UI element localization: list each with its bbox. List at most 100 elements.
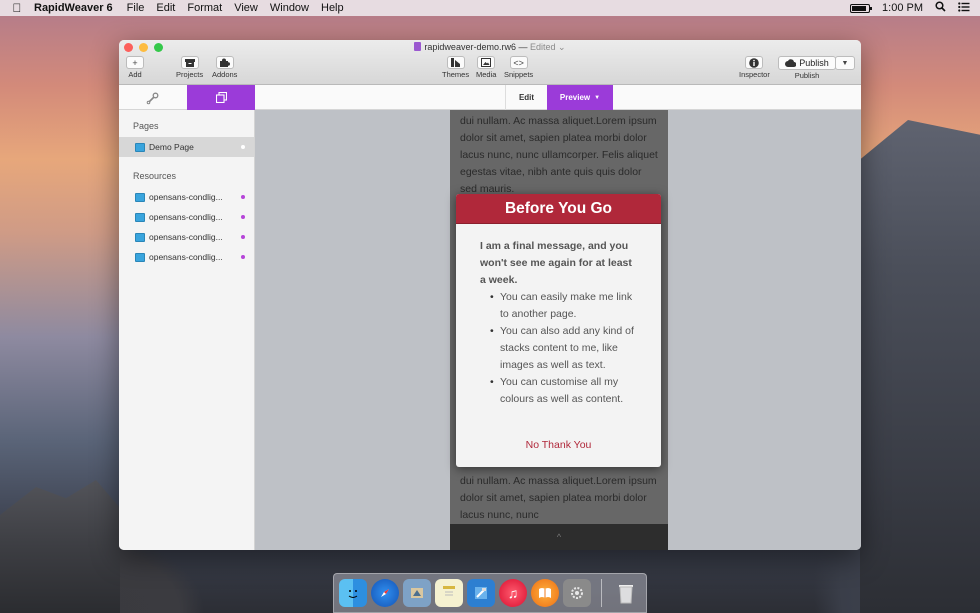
sidebar-tab-pages[interactable] bbox=[187, 85, 255, 110]
menu-window[interactable]: Window bbox=[264, 2, 315, 14]
sidebar-item-resource[interactable]: opensans-condlig... bbox=[119, 187, 254, 207]
sidebar-item-demo-page[interactable]: Demo Page bbox=[119, 137, 254, 157]
chevron-down-icon: ▼ bbox=[594, 94, 601, 101]
info-icon bbox=[745, 56, 764, 69]
tab-preview[interactable]: Preview ▼ bbox=[547, 85, 613, 110]
finder-icon[interactable] bbox=[339, 579, 367, 607]
code-brackets-icon: <> bbox=[509, 56, 528, 69]
menu-bar:  RapidWeaver 6 File Edit Format View Wi… bbox=[0, 0, 980, 16]
page-body-text-lower: dui nullam. Ac massa aliquet.Lorem ipsum… bbox=[460, 475, 657, 521]
app-window: rapidweaver-demo.rw6 — Edited ⌄ + Add Pr… bbox=[119, 40, 861, 550]
publish-button-text: Publish bbox=[799, 58, 829, 68]
resource-label: opensans-condlig... bbox=[149, 212, 223, 222]
trash-icon[interactable] bbox=[612, 579, 640, 607]
menu-app-name[interactable]: RapidWeaver 6 bbox=[34, 2, 121, 14]
itunes-icon[interactable]: ♫ bbox=[499, 579, 527, 607]
snippets-button[interactable]: <> Snippets bbox=[504, 56, 533, 79]
menu-edit[interactable]: Edit bbox=[150, 2, 181, 14]
folder-icon bbox=[135, 252, 145, 262]
tab-edit[interactable]: Edit bbox=[505, 85, 547, 110]
battery-icon[interactable] bbox=[850, 3, 873, 13]
resources-section-header: Resources bbox=[133, 171, 177, 181]
spotlight-search-icon[interactable] bbox=[935, 1, 946, 15]
resource-status-dot bbox=[241, 215, 245, 219]
ibooks-icon[interactable] bbox=[531, 579, 559, 607]
add-label: Add bbox=[128, 70, 142, 79]
modal-lead-text: I am a final message, and you won't see … bbox=[480, 240, 632, 286]
list-item: You can easily make me link to another p… bbox=[490, 289, 639, 323]
sidebar-tab-tools[interactable] bbox=[119, 85, 187, 110]
tab-preview-label: Preview bbox=[559, 93, 591, 102]
page-label: Demo Page bbox=[149, 142, 194, 152]
wallpaper-rock-right bbox=[860, 120, 980, 613]
publish-button-face: Publish bbox=[778, 56, 836, 70]
dock: ♫ bbox=[333, 573, 647, 613]
publish-button[interactable]: Publish Publish bbox=[778, 56, 836, 80]
projects-button[interactable]: Projects bbox=[176, 56, 203, 79]
folder-icon bbox=[135, 192, 145, 202]
modal-title: Before You Go bbox=[456, 194, 661, 224]
title-bar: rapidweaver-demo.rw6 — Edited ⌄ + Add Pr… bbox=[119, 40, 861, 85]
addons-button[interactable]: Addons bbox=[212, 56, 237, 79]
add-button[interactable]: + Add bbox=[126, 56, 144, 79]
resource-label: opensans-condlig... bbox=[149, 252, 223, 262]
modal-body: I am a final message, and you won't see … bbox=[456, 224, 661, 408]
menu-file[interactable]: File bbox=[121, 2, 151, 14]
safari-icon[interactable] bbox=[371, 579, 399, 607]
resource-label: opensans-condlig... bbox=[149, 192, 223, 202]
page-body-text: dui nullam. Ac massa aliquet.Lorem ipsum… bbox=[460, 115, 658, 195]
dock-divider bbox=[601, 579, 602, 607]
page-footer-bar: ^ bbox=[450, 524, 668, 550]
addons-label: Addons bbox=[212, 70, 238, 79]
sidebar-item-resource[interactable]: opensans-condlig... bbox=[119, 227, 254, 247]
menu-view[interactable]: View bbox=[228, 2, 264, 14]
page-status-dot bbox=[241, 145, 245, 149]
pages-section-header: Pages bbox=[133, 121, 159, 131]
themes-label: Themes bbox=[442, 70, 470, 79]
inspector-label: Inspector bbox=[739, 70, 770, 79]
edited-status[interactable]: Edited bbox=[530, 42, 556, 52]
projects-label: Projects bbox=[176, 70, 204, 79]
system-preferences-gear-icon[interactable] bbox=[563, 579, 591, 607]
apple-menu-icon[interactable]:  bbox=[0, 1, 34, 15]
sidebar-item-resource[interactable]: opensans-condlig... bbox=[119, 247, 254, 267]
themes-icon bbox=[446, 56, 465, 69]
pages-stack-icon bbox=[215, 92, 227, 103]
triangle-down-icon: ▼ bbox=[841, 59, 849, 67]
resource-label: opensans-condlig... bbox=[149, 232, 223, 242]
media-label: Media bbox=[476, 70, 497, 79]
sidebar: Pages Demo Page Resources opensans-condl… bbox=[119, 110, 255, 550]
resource-status-dot bbox=[241, 235, 245, 239]
preview-area[interactable]: dui nullam. Ac massa aliquet.Lorem ipsum… bbox=[255, 110, 861, 550]
mail-stamp-icon[interactable] bbox=[403, 579, 431, 607]
publish-label: Publish bbox=[794, 71, 820, 80]
resource-status-dot bbox=[241, 255, 245, 259]
cloud-upload-icon bbox=[785, 59, 797, 67]
media-button[interactable]: Media bbox=[476, 56, 496, 79]
notification-center-icon[interactable] bbox=[958, 1, 970, 15]
scroll-up-caret-icon[interactable]: ^ bbox=[557, 532, 561, 542]
exit-intent-modal: Before You Go I am a final message, and … bbox=[456, 194, 661, 467]
list-item: You can also add any kind of stacks cont… bbox=[490, 323, 639, 374]
menu-help[interactable]: Help bbox=[315, 2, 350, 14]
window-title: rapidweaver-demo.rw6 — Edited ⌄ bbox=[119, 42, 861, 53]
image-icon bbox=[477, 56, 496, 69]
menubar-clock[interactable]: 1:00 PM bbox=[882, 2, 923, 14]
xcode-hammer-icon[interactable] bbox=[467, 579, 495, 607]
publish-options-dropdown[interactable]: ▼ bbox=[835, 56, 855, 70]
no-thank-you-link[interactable]: No Thank You bbox=[456, 439, 661, 451]
themes-button[interactable]: Themes bbox=[442, 56, 469, 79]
wrench-icon bbox=[146, 92, 159, 104]
folder-icon bbox=[135, 232, 145, 242]
folder-icon bbox=[135, 212, 145, 222]
snippets-label: Snippets bbox=[504, 70, 534, 79]
menu-format[interactable]: Format bbox=[181, 2, 228, 14]
page-file-icon bbox=[135, 142, 145, 152]
sidebar-item-resource[interactable]: opensans-condlig... bbox=[119, 207, 254, 227]
tab-bar: Edit Preview ▼ bbox=[119, 85, 861, 110]
list-item: You can customise all my colours as well… bbox=[490, 374, 639, 408]
notes-icon[interactable] bbox=[435, 579, 463, 607]
inspector-button[interactable]: Inspector bbox=[739, 56, 770, 79]
modal-bullet-list: You can easily make me link to another p… bbox=[480, 289, 639, 408]
plus-icon: + bbox=[126, 56, 144, 69]
